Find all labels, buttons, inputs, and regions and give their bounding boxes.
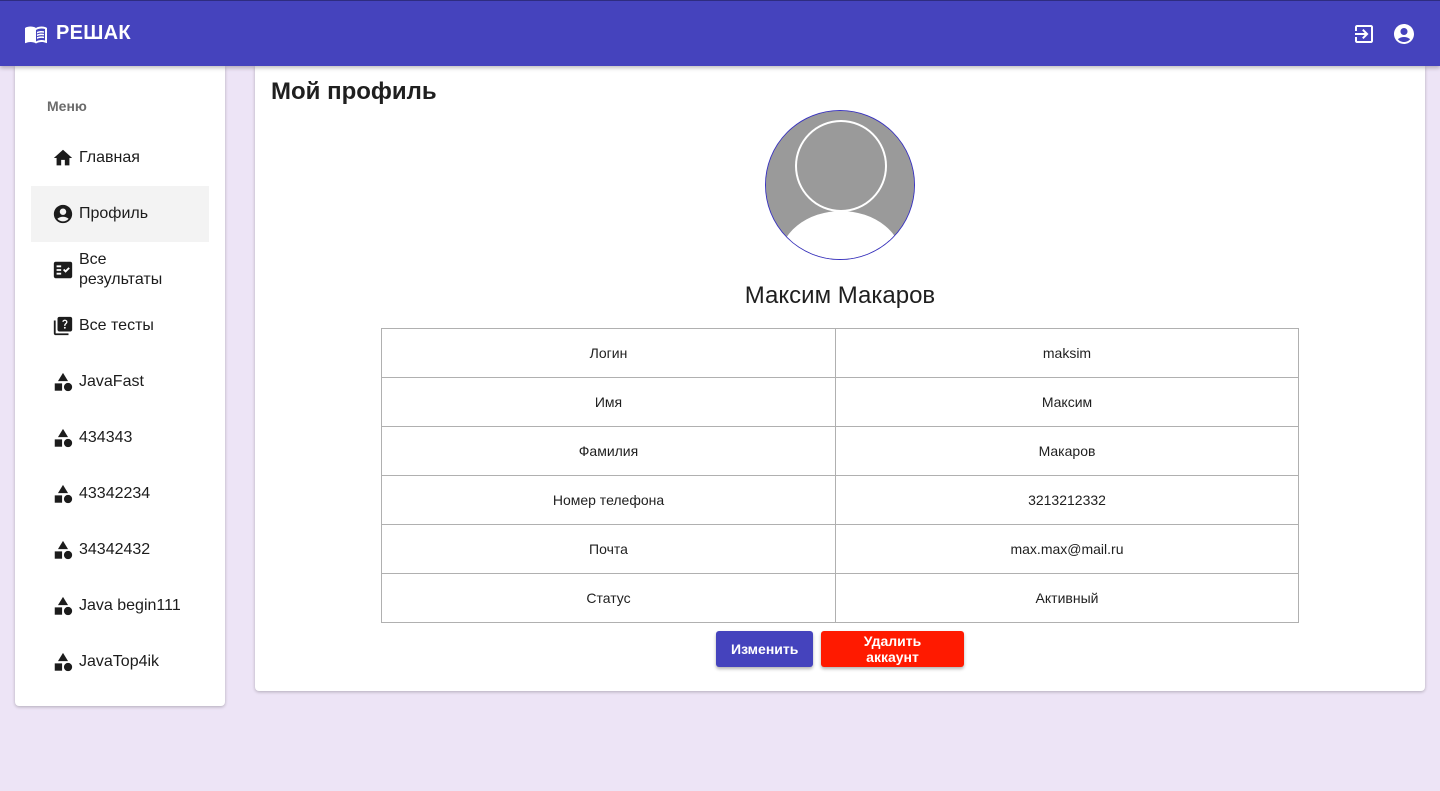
sidebar: Меню Главная Профиль Все результаты Все …	[15, 66, 225, 706]
sidebar-item-test[interactable]: 43342234	[31, 466, 209, 522]
field-value: Максим	[835, 377, 1299, 427]
app-title: РЕШАК	[56, 22, 131, 44]
category-icon	[52, 483, 74, 505]
sidebar-item-profile[interactable]: Профиль	[31, 186, 209, 242]
avatar	[765, 110, 915, 260]
field-value: Макаров	[835, 426, 1299, 476]
category-icon	[52, 371, 74, 393]
profile-table: Логин maksim Имя Максим Фамилия Макаров …	[381, 328, 1299, 623]
field-label: Статус	[381, 573, 836, 623]
table-row: Почта max.max@mail.ru	[381, 524, 1299, 574]
field-label: Номер телефона	[381, 475, 836, 525]
menu-heading: Меню	[47, 98, 87, 114]
table-row: Фамилия Макаров	[381, 426, 1299, 476]
edit-button[interactable]: Изменить	[716, 631, 813, 667]
sidebar-item-label: JavaFast	[79, 373, 144, 390]
field-value: Активный	[835, 573, 1299, 623]
field-label: Фамилия	[381, 426, 836, 476]
account-circle-icon[interactable]	[1392, 22, 1416, 46]
field-value: maksim	[835, 328, 1299, 378]
logout-icon[interactable]	[1352, 22, 1376, 46]
sidebar-item-label: Все результаты	[79, 251, 163, 288]
sidebar-item-test[interactable]: JavaTop4ik	[31, 634, 209, 690]
sidebar-item-test[interactable]: Java begin111	[31, 578, 209, 634]
book-icon	[24, 22, 48, 46]
category-icon	[52, 539, 74, 561]
field-label: Почта	[381, 524, 836, 574]
profile-actions: Изменить Удалить аккаунт	[255, 631, 1425, 667]
delete-account-button[interactable]: Удалить аккаунт	[821, 631, 964, 667]
field-value: 3213212332	[835, 475, 1299, 525]
app-bar: РЕШАК	[0, 0, 1440, 66]
quiz-icon	[52, 315, 74, 337]
category-icon	[52, 427, 74, 449]
sidebar-item-test[interactable]: JavaFast	[31, 354, 209, 410]
sidebar-item-label: 43342234	[79, 485, 151, 502]
sidebar-item-all-results[interactable]: Все результаты	[31, 242, 209, 298]
table-row: Логин maksim	[381, 328, 1299, 378]
brand-logo[interactable]: РЕШАК	[24, 22, 131, 46]
sidebar-item-all-tests[interactable]: Все тесты	[31, 298, 209, 354]
sidebar-item-label: 34342432	[79, 541, 151, 558]
category-icon	[52, 595, 74, 617]
sidebar-item-test[interactable]: 34342432	[31, 522, 209, 578]
sidebar-item-label: JavaTop4ik	[79, 653, 160, 670]
table-row: Статус Активный	[381, 573, 1299, 623]
field-label: Имя	[381, 377, 836, 427]
fact-check-icon	[52, 259, 74, 281]
sidebar-item-test[interactable]: 434343	[31, 410, 209, 466]
sidebar-item-label: Все тесты	[79, 317, 154, 334]
field-value: max.max@mail.ru	[835, 524, 1299, 574]
avatar-placeholder-icon	[766, 111, 914, 259]
sidebar-item-home[interactable]: Главная	[31, 130, 209, 186]
profile-card: Мой профиль Максим Макаров Логин maksim …	[255, 66, 1425, 691]
sidebar-item-label: 434343	[79, 429, 133, 446]
table-row: Номер телефона 3213212332	[381, 475, 1299, 525]
user-full-name: Максим Макаров	[744, 282, 936, 309]
page-title: Мой профиль	[271, 78, 437, 105]
sidebar-item-label: Java begin111	[79, 597, 181, 614]
account-circle-icon	[52, 203, 74, 225]
sidebar-item-label: Профиль	[79, 205, 149, 222]
field-label: Логин	[381, 328, 836, 378]
category-icon	[52, 651, 74, 673]
home-icon	[52, 147, 74, 169]
sidebar-item-label: Главная	[79, 149, 140, 166]
table-row: Имя Максим	[381, 377, 1299, 427]
